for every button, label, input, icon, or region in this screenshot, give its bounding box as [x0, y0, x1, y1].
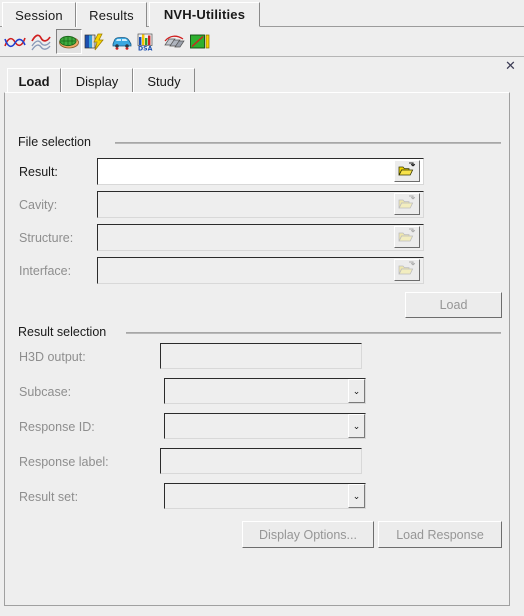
tab-load-label: Load: [18, 73, 50, 89]
tab-study-label: Study: [147, 73, 181, 89]
folder-open-icon: [398, 195, 416, 214]
tab-results[interactable]: Results: [76, 2, 147, 27]
response-label-label: Response label:: [19, 455, 109, 469]
green-cavity-icon: [58, 33, 80, 51]
load-response-button-label: Load Response: [396, 527, 484, 542]
load-button[interactable]: Load: [405, 292, 502, 318]
chevron-down-icon[interactable]: ⌄: [348, 484, 365, 508]
tab-session-label: Session: [15, 7, 63, 23]
icon-toolbar: DSA ✕: [0, 27, 524, 72]
tab-display-label: Display: [75, 73, 119, 89]
interface-browse-button[interactable]: [394, 259, 420, 281]
cavity-browse-button[interactable]: [394, 193, 420, 215]
cavity-label: Cavity:: [19, 198, 58, 212]
cavity-mesh-button[interactable]: [56, 29, 82, 54]
plot-button[interactable]: [187, 29, 213, 54]
interface-input[interactable]: [97, 257, 424, 284]
panel-contribution-button[interactable]: [82, 29, 108, 54]
h3d-output-input[interactable]: [160, 343, 362, 369]
file-selection-group-line: [115, 142, 501, 144]
sub-tab-bar: Load Display Study: [4, 66, 510, 93]
curve-red-blue-icon: [4, 33, 26, 51]
blue-car-icon: [111, 33, 133, 51]
panel-lightning-icon: [84, 33, 106, 51]
tab-nvh-utilities-label: NVH-Utilities: [163, 7, 246, 22]
result-selection-group-line: [126, 332, 501, 334]
structure-browse-button[interactable]: [394, 226, 420, 248]
load-panel-body: File selection Result: Cavity: Structure…: [4, 92, 510, 606]
dsa-bars-icon: DSA: [136, 33, 158, 51]
folder-open-icon: [398, 228, 416, 247]
chevron-down-icon[interactable]: ⌄: [348, 379, 365, 403]
result-selection-group-label: Result selection: [18, 325, 113, 339]
tab-display[interactable]: Display: [61, 68, 133, 93]
response-id-label: Response ID:: [19, 420, 95, 434]
display-options-button[interactable]: Display Options...: [242, 521, 374, 548]
folder-open-icon: [398, 261, 416, 280]
tab-study[interactable]: Study: [133, 68, 195, 93]
folder-open-icon: [398, 161, 416, 181]
dsa-button[interactable]: DSA: [134, 29, 160, 54]
result-label: Result:: [19, 165, 58, 179]
tab-load[interactable]: Load: [7, 68, 61, 93]
display-options-button-label: Display Options...: [259, 527, 357, 542]
result-set-label: Result set:: [19, 490, 79, 504]
chevron-down-icon[interactable]: ⌄: [348, 414, 365, 438]
response-label-input[interactable]: [160, 448, 362, 474]
result-input[interactable]: [97, 158, 424, 185]
vehicle-model-button[interactable]: [109, 29, 135, 54]
structure-label: Structure:: [19, 231, 74, 245]
h3d-output-label: H3D output:: [19, 350, 86, 364]
subcase-label: Subcase:: [19, 385, 72, 399]
subcase-combo[interactable]: ⌄: [164, 378, 366, 404]
response-id-combo[interactable]: ⌄: [164, 413, 366, 439]
svg-text:DSA: DSA: [138, 45, 153, 51]
grey-panels-icon: [163, 33, 185, 51]
tab-results-label: Results: [89, 7, 134, 23]
nvh-utilities-panel: Session Results NVH-Utilities DSA ✕ Load…: [0, 0, 524, 616]
tab-session[interactable]: Session: [2, 2, 76, 27]
load-button-label: Load: [439, 298, 468, 312]
file-selection-group-label: File selection: [18, 135, 97, 149]
result-set-combo[interactable]: ⌄: [164, 483, 366, 509]
interface-label: Interface:: [19, 264, 72, 278]
cavity-input[interactable]: [97, 191, 424, 218]
top-tab-bar: Session Results NVH-Utilities: [0, 0, 524, 27]
panels-button[interactable]: [161, 29, 187, 54]
load-response-button[interactable]: Load Response: [378, 521, 502, 548]
structure-input[interactable]: [97, 224, 424, 251]
green-plot-icon: [189, 33, 211, 51]
curve-stacked-icon: [30, 33, 52, 51]
load-panel: Load Display Study File selection Result…: [4, 66, 514, 608]
result-browse-button[interactable]: [394, 160, 420, 182]
tab-nvh-utilities[interactable]: NVH-Utilities: [149, 2, 260, 27]
modal-curves-button[interactable]: [28, 29, 54, 54]
frf-curves-button[interactable]: [2, 29, 28, 54]
